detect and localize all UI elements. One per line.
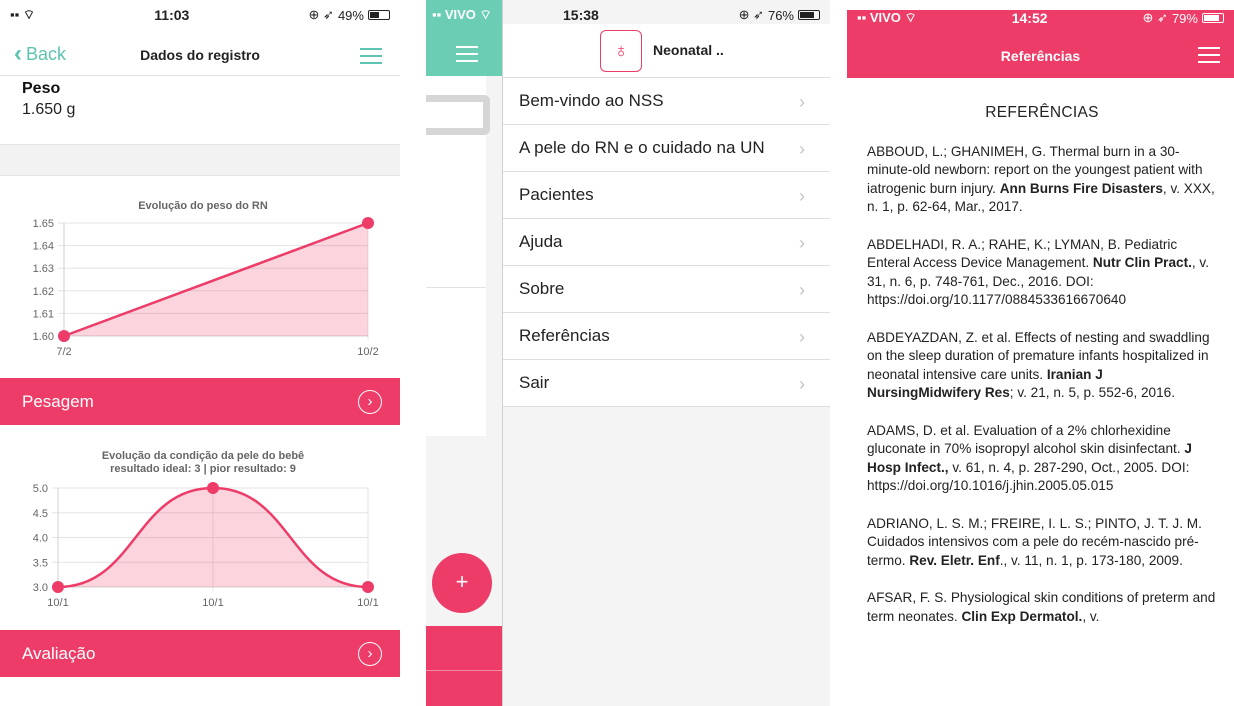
y-tick-label: 4.5 <box>33 508 48 520</box>
chevron-right-icon: › <box>799 92 805 112</box>
chart-title: Evolução da condição da pele do bebê <box>102 450 304 462</box>
x-tick-label: 10/1 <box>47 597 68 609</box>
weight-label: Peso <box>22 80 61 97</box>
references-list: REFERÊNCIAS ABBOUD, L.; GHANIMEH, G. The… <box>847 78 1234 706</box>
reference-item: ABBOUD, L.; GHANIMEH, G. Thermal burn in… <box>867 143 1215 215</box>
lock-rotation-icon: ⊕ ➶ <box>1142 10 1168 25</box>
status-bar: ▪▪ VIVO ⌔ 14:52 ⊕ ➶ 79% <box>847 10 1234 50</box>
lock-rotation-icon: ⊕ ➶ <box>308 7 334 22</box>
data-point <box>362 581 374 593</box>
y-tick-label: 5.0 <box>33 483 48 495</box>
status-time: 15:38 <box>563 7 599 23</box>
signal-icon: ▪▪ VIVO ⌔ <box>857 10 917 25</box>
back-button[interactable]: ‹ Back <box>14 42 66 66</box>
menu-item-sair[interactable]: Sair › <box>503 360 830 407</box>
drawer-header: ♁ Neonatal .. <box>503 24 830 78</box>
pesagem-button[interactable]: Pesagem › <box>0 378 400 425</box>
x-tick-label: 10/1 <box>357 597 378 609</box>
menu-item-ajuda[interactable]: Ajuda › <box>503 219 830 266</box>
pesagem-label: Pesagem <box>22 391 94 411</box>
section-divider <box>0 144 400 176</box>
background-screen: ▪▪ VIVO ⌔ + <box>426 0 502 706</box>
side-drawer: 15:38 ⊕ ➶ 76% ♁ Neonatal .. Bem-vindo ao… <box>502 0 830 706</box>
y-tick-label: 1.61 <box>33 308 54 320</box>
x-tick-label: 10/2 <box>357 346 378 358</box>
chevron-left-icon: ‹ <box>14 40 22 67</box>
chevron-right-icon: › <box>799 374 805 394</box>
reference-item: ADAMS, D. et al. Evaluation of a 2% chlo… <box>867 422 1192 494</box>
add-button[interactable]: + <box>432 553 492 613</box>
phone-menu-screen: ▪▪ VIVO ⌔ + 15:38 ⊕ ➶ 76% ♁ Neonatal .. … <box>426 0 830 706</box>
weight-chart: Evolução do peso do RN 1.65 1.64 1.63 1.62 1… <box>33 200 379 358</box>
app-name: Neonatal .. <box>653 42 724 58</box>
status-time: 11:03 <box>154 7 190 23</box>
battery-percent: 76% <box>767 7 794 23</box>
lock-rotation-icon: ⊕ ➶ <box>738 7 764 22</box>
menu-item-bem-vindo[interactable]: Bem-vindo ao NSS › <box>503 78 830 125</box>
drawer-menu: Bem-vindo ao NSS › A pele do RN e o cuida… <box>503 78 830 407</box>
battery-icon <box>1201 13 1224 23</box>
data-point <box>207 482 219 494</box>
y-tick-label: 1.65 <box>33 218 54 230</box>
menu-item-referencias[interactable]: Referências › <box>503 313 830 360</box>
y-tick-label: 3.5 <box>33 557 48 569</box>
header: ▪▪ VIVO ⌔ 14:52 ⊕ ➶ 79% Referências <box>847 10 1234 78</box>
weight-value: 1.650 g <box>22 101 76 118</box>
hamburger-menu-icon[interactable] <box>456 46 478 67</box>
menu-item-pele-rn[interactable]: A pele do RN e o cuidado na UN › <box>503 125 830 172</box>
signal-icon: ▪▪ ︎⌔ <box>10 7 36 22</box>
hamburger-menu-icon[interactable] <box>360 48 382 69</box>
app-logo-icon: ♁ <box>600 30 642 72</box>
chevron-right-circle-icon: › <box>358 642 382 666</box>
y-tick-label: 1.64 <box>33 241 54 253</box>
search-input[interactable] <box>426 95 490 135</box>
data-point <box>58 330 70 342</box>
phone-registro-screen: ▪▪ ︎⌔ 11:03 ⊕ ➶ 49% ‹ Back Dados do regi… <box>0 0 400 706</box>
status-time: 14:52 <box>1011 10 1048 26</box>
chart-title: Evolução do peso do RN <box>138 200 268 212</box>
y-tick-label: 1.62 <box>33 286 54 298</box>
y-tick-label: 3.0 <box>33 582 48 594</box>
menu-item-sobre[interactable]: Sobre › <box>503 266 830 313</box>
avaliacao-button[interactable]: Avaliação › <box>0 630 400 677</box>
reference-item: ABDELHADI, R. A.; RAHE, K.; LYMAN, B. Pe… <box>867 236 1209 308</box>
reference-item: ADRIANO, L. S. M.; FREIRE, I. L. S.; PIN… <box>867 515 1202 568</box>
phone-referencias-screen: ▪▪ VIVO ⌔ 14:52 ⊕ ➶ 79% Referências REFE… <box>847 0 1234 706</box>
y-tick-label: 4.0 <box>33 533 48 545</box>
chevron-right-circle-icon: › <box>358 390 382 414</box>
battery-icon <box>798 10 820 20</box>
hamburger-menu-icon[interactable] <box>1198 47 1220 68</box>
reference-item: ABDEYAZDAN, Z. et al. Effects of nesting… <box>867 329 1210 401</box>
data-point <box>52 581 64 593</box>
chevron-right-icon: › <box>799 139 805 159</box>
signal-icon: ▪▪ VIVO ⌔ <box>432 7 492 22</box>
battery-percent: 79% <box>1171 10 1198 26</box>
battery-icon <box>367 10 390 20</box>
battery-percent: 49% <box>337 7 364 23</box>
skin-chart: Evolução da condição da pele do bebê res… <box>33 450 379 609</box>
background-bar <box>426 626 502 706</box>
y-tick-label: 1.63 <box>33 263 54 275</box>
back-label: Back <box>26 43 67 64</box>
data-point <box>362 217 374 229</box>
page-title: Referências <box>1000 48 1081 64</box>
chevron-right-icon: › <box>799 280 805 300</box>
menu-item-pacientes[interactable]: Pacientes › <box>503 172 830 219</box>
chevron-right-icon: › <box>799 233 805 253</box>
status-bar: ▪▪ ︎⌔ 11:03 ⊕ ➶ 49% <box>0 0 400 40</box>
x-tick-label: 10/1 <box>202 597 223 609</box>
reference-item: AFSAR, F. S. Physiological skin conditio… <box>867 590 1216 624</box>
chevron-right-icon: › <box>799 327 805 347</box>
y-tick-label: 1.60 <box>33 331 54 343</box>
chart-subtitle: resultado ideal: 3 | pior resultado: 9 <box>110 463 296 475</box>
references-heading: REFERÊNCIAS <box>985 104 1099 121</box>
chevron-right-icon: › <box>799 186 805 206</box>
nav-bar: ‹ Back Dados do registro <box>0 36 400 76</box>
avaliacao-label: Avaliação <box>22 643 96 663</box>
weight-section: Peso 1.650 g <box>22 80 75 119</box>
x-tick-label: 7/2 <box>56 346 71 358</box>
